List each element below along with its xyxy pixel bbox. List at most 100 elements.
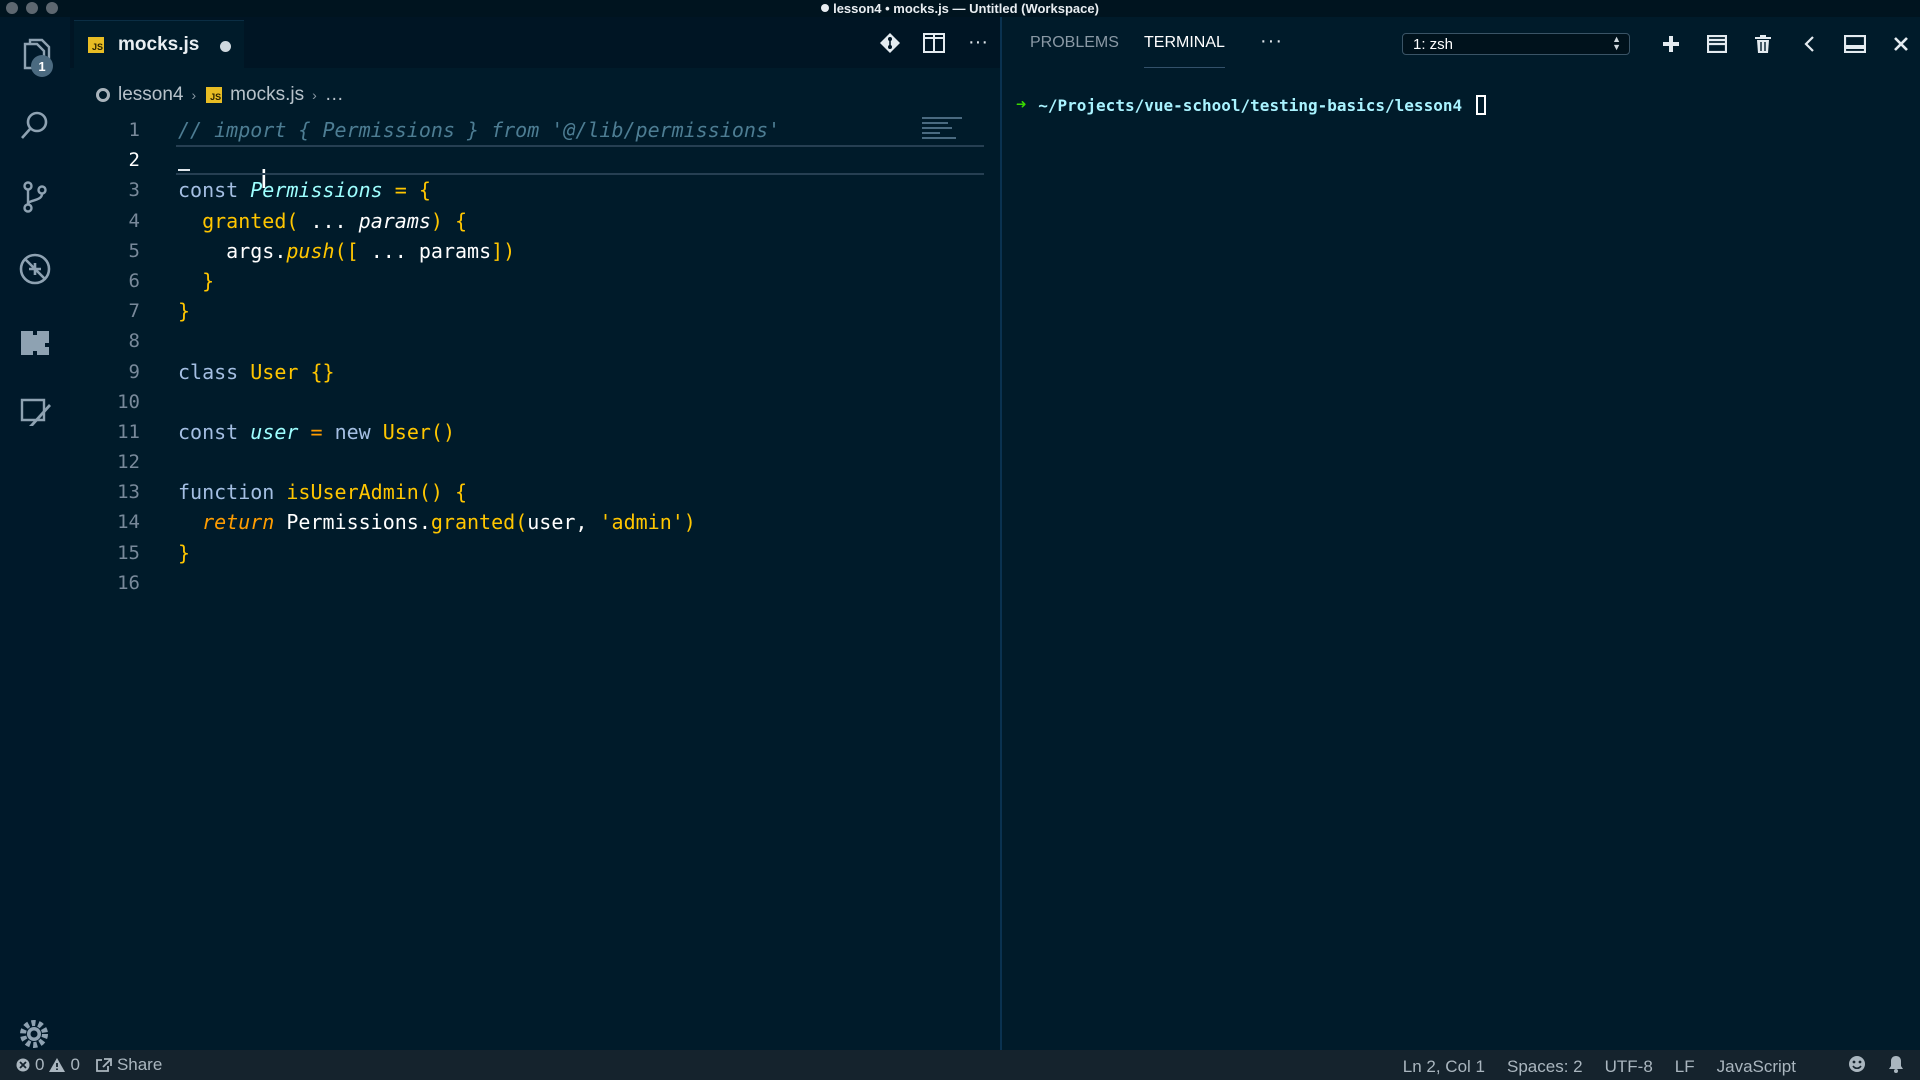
source-control-icon[interactable]	[15, 177, 55, 217]
status-bar: 0 0 Share Ln 2, Col 1 Spaces: 2 UTF-8 LF…	[0, 1050, 1920, 1080]
select-arrows-icon: ▲ ▼	[1612, 34, 1621, 52]
notifications-bell-icon[interactable]	[1888, 1055, 1904, 1078]
new-terminal-icon[interactable]	[1648, 31, 1694, 57]
chevron-left-icon[interactable]	[1786, 31, 1832, 57]
more-actions-icon[interactable]: ···	[956, 17, 1000, 68]
share-status[interactable]: Share	[96, 1055, 162, 1075]
code-class-name: User	[382, 419, 431, 444]
line-number: 10	[117, 390, 140, 413]
code-line[interactable]: 12	[70, 447, 980, 477]
code-line[interactable]: 9 class User {}	[70, 357, 980, 387]
feedback-smiley-icon[interactable]	[1848, 1055, 1866, 1078]
code-line[interactable]: 8	[70, 326, 980, 356]
encoding[interactable]: UTF-8	[1605, 1057, 1653, 1077]
tab-terminal[interactable]: TERMINAL	[1144, 34, 1225, 68]
breadcrumb-more[interactable]: …	[325, 84, 344, 106]
code-line[interactable]: 10	[70, 387, 980, 417]
code-line[interactable]: 14 return Permissions.granted(user, 'adm…	[70, 507, 980, 537]
code-line[interactable]: 5 args.push([ ... params])	[70, 236, 980, 266]
problems-status[interactable]: 0 0	[16, 1055, 80, 1075]
code-function-name: isUserAdmin	[286, 480, 419, 505]
code-identifier: params	[418, 238, 492, 263]
status-left: 0 0 Share	[16, 1055, 162, 1075]
line-number: 8	[128, 330, 140, 353]
folder-circle-icon	[96, 88, 110, 102]
line-number: 11	[117, 420, 140, 443]
search-icon[interactable]	[15, 106, 55, 146]
code-line[interactable]: 6 }	[70, 266, 980, 296]
code-parameter: params	[358, 208, 431, 233]
language-mode[interactable]: JavaScript	[1717, 1057, 1796, 1077]
unsaved-changes-dot-icon[interactable]	[220, 41, 231, 52]
debug-icon[interactable]	[15, 249, 55, 289]
panel-more-icon[interactable]: ···	[1260, 30, 1283, 53]
javascript-file-icon: JS	[206, 87, 223, 103]
tab-problems[interactable]: PROBLEMS	[1030, 34, 1119, 52]
line-number: 13	[117, 481, 140, 504]
code-punctuation: ,	[575, 510, 588, 535]
settings-gear-icon[interactable]	[18, 1018, 50, 1050]
breadcrumb-file[interactable]: mocks.js	[230, 84, 304, 106]
code-line[interactable]: 7}	[70, 296, 980, 326]
remote-explorer-icon[interactable]	[15, 392, 55, 432]
code-punctuation: (	[286, 208, 299, 233]
code-keyword: function	[178, 480, 275, 505]
status-right: Ln 2, Col 1 Spaces: 2 UTF-8 LF JavaScrip…	[1403, 1055, 1920, 1078]
panel-actions	[1648, 31, 1920, 57]
line-number: 15	[117, 541, 140, 564]
kill-terminal-trash-icon[interactable]	[1740, 31, 1786, 57]
open-changes-git-icon[interactable]	[868, 17, 912, 68]
code-keyword: new	[334, 419, 371, 444]
tab-mocks-js[interactable]: JS mocks.js	[74, 20, 244, 69]
extensions-icon[interactable]	[15, 321, 55, 361]
code-variable: Permissions	[250, 178, 383, 203]
code-editor[interactable]: 1 // import { Permissions } from '@/lib/p…	[70, 115, 984, 598]
line-number: 12	[117, 451, 140, 474]
error-count: 0	[35, 1055, 45, 1074]
line-number: 16	[117, 571, 140, 594]
cursor-position[interactable]: Ln 2, Col 1	[1403, 1057, 1485, 1077]
close-panel-icon[interactable]	[1878, 31, 1920, 57]
terminal-cursor	[1476, 95, 1487, 115]
code-class-name: User	[250, 359, 299, 384]
code-line[interactable]: 13 function isUserAdmin() {	[70, 477, 980, 507]
terminal-prompt[interactable]: ➜ ~/Projects/vue-school/testing-basics/l…	[1016, 95, 1487, 115]
split-terminal-icon[interactable]	[1694, 31, 1740, 57]
maximize-panel-icon[interactable]	[1832, 31, 1878, 57]
breadcrumb: lesson4 › JS mocks.js › …	[96, 83, 344, 107]
code-line-current[interactable]: 2I	[70, 145, 984, 195]
code-line[interactable]: 15}	[70, 538, 980, 568]
code-punctuation: () {	[418, 480, 467, 505]
code-line[interactable]: 1 // import { Permissions } from '@/lib/p…	[70, 115, 980, 145]
code-keyword: class	[178, 359, 239, 384]
line-number: 14	[117, 511, 140, 534]
code-spread: ...	[358, 238, 419, 263]
end-of-line[interactable]: LF	[1675, 1057, 1695, 1077]
line-number: 9	[128, 360, 140, 383]
terminal-select[interactable]: 1: zsh ▲ ▼	[1402, 33, 1630, 55]
code-punctuation: ])	[491, 238, 516, 263]
code-punctuation: }	[202, 268, 215, 293]
code-line[interactable]: 3 const Permissions = {	[70, 175, 980, 205]
code-identifier: args	[226, 238, 275, 263]
split-editor-icon[interactable]	[912, 17, 956, 68]
code-line[interactable]: 4 granted( ... params) {	[70, 206, 980, 236]
prompt-path: ~/Projects/vue-school/testing-basics/les…	[1038, 95, 1463, 115]
code-string: 'admin'	[599, 510, 684, 535]
code-method: granted	[430, 510, 516, 535]
code-line[interactable]: 16	[70, 568, 980, 598]
warning-count: 0	[70, 1055, 80, 1074]
code-punctuation: .	[274, 238, 287, 263]
code-line[interactable]: 11 const user = new User()	[70, 417, 980, 447]
code-punctuation: }	[178, 299, 191, 324]
minimap[interactable]	[922, 117, 972, 157]
javascript-file-icon: JS	[88, 37, 104, 53]
code-keyword: return	[202, 510, 275, 535]
editor-group: JS mocks.js ··· lesson4 › JS mocks.js › …	[70, 17, 1070, 1050]
chevron-right-icon: ›	[191, 87, 197, 103]
code-identifier: Permissions	[286, 510, 419, 535]
code-function: granted	[202, 208, 287, 233]
indentation[interactable]: Spaces: 2	[1507, 1057, 1583, 1077]
activity-bar: 1	[0, 17, 70, 1050]
breadcrumb-folder[interactable]: lesson4	[118, 84, 184, 106]
